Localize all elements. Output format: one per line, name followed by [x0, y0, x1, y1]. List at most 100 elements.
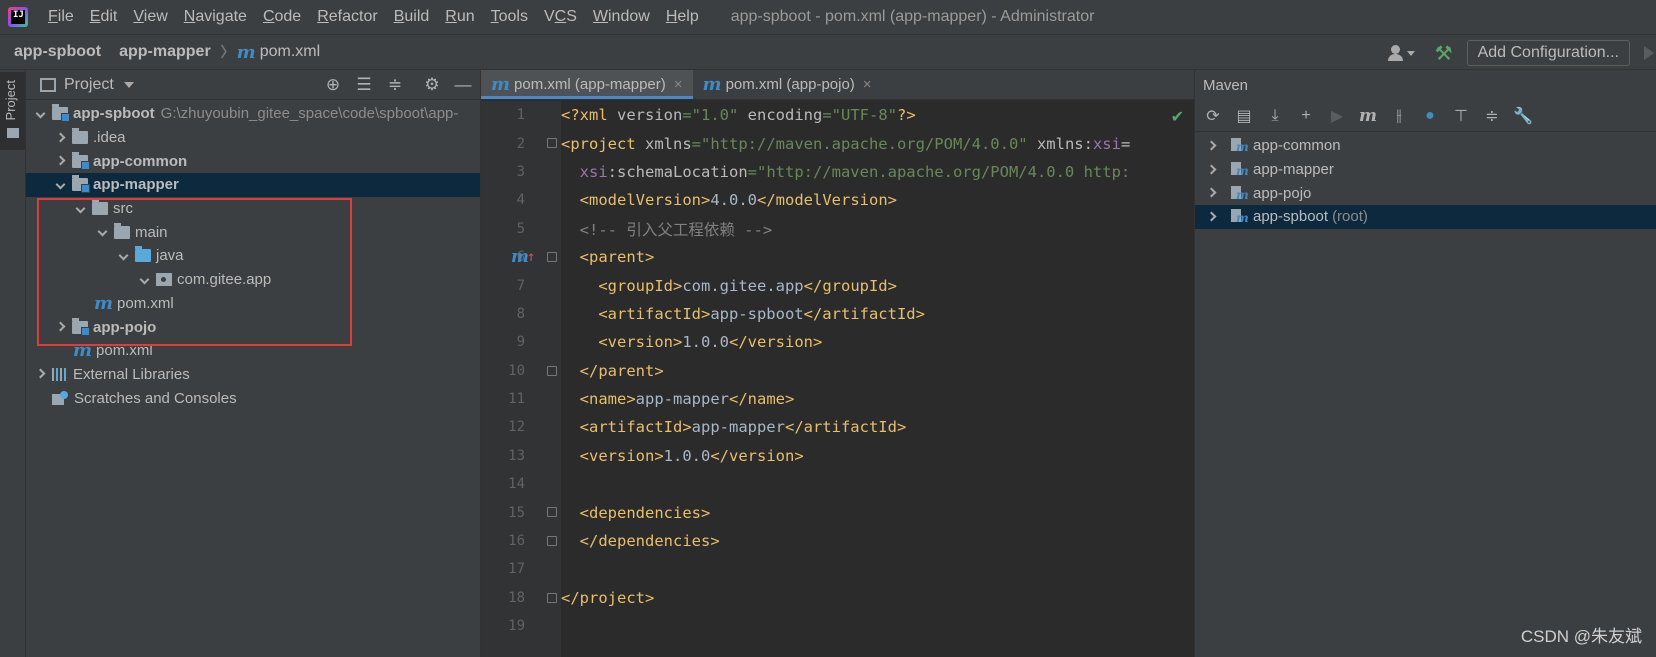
chevron-right-icon[interactable]: [54, 132, 66, 144]
menu-file[interactable]: File: [40, 8, 82, 26]
chevron-right-icon[interactable]: [1205, 187, 1217, 199]
chevron-right-icon[interactable]: [1205, 211, 1217, 223]
reload-icon[interactable]: ⟳: [1203, 106, 1223, 126]
menu-vcs[interactable]: VCS: [536, 8, 585, 26]
gear-icon[interactable]: ⚙: [423, 75, 441, 95]
project-panel-title[interactable]: Project: [64, 76, 114, 94]
breadcrumb-file[interactable]: m pom.xml: [235, 42, 321, 63]
maven-project-item[interactable]: app-spboot(root): [1195, 205, 1656, 229]
run-icon[interactable]: [1644, 46, 1654, 60]
download-icon[interactable]: ⤓: [1265, 107, 1285, 125]
tree-item-mapper-pom[interactable]: m pom.xml: [26, 292, 480, 316]
code-token: 1.0.0: [663, 446, 711, 465]
tree-item-app-spboot[interactable]: app-spboot G:\zhuyoubin_gitee_space\code…: [26, 102, 480, 126]
build-hammer-icon[interactable]: ⚒: [1435, 41, 1453, 66]
code-text: xsi:schemaLocation="http://maven.apache.…: [561, 163, 1131, 181]
project-tool-tab[interactable]: Project: [0, 72, 25, 150]
code-token: <groupId>: [598, 276, 683, 295]
execute-goal-icon[interactable]: m: [1358, 106, 1378, 126]
user-icon[interactable]: [1387, 43, 1415, 63]
tree-label: app-spboot: [73, 105, 155, 123]
add-icon[interactable]: +: [1296, 107, 1316, 125]
chevron-down-icon[interactable]: [138, 274, 150, 286]
editor-tab[interactable]: m pom.xml (app-mapper) ×: [481, 70, 693, 99]
menu-code[interactable]: Code: [255, 8, 309, 26]
tree-item-root-pom[interactable]: m pom.xml: [26, 339, 480, 363]
tree-item-idea[interactable]: .idea: [26, 126, 480, 150]
menu-window[interactable]: Window: [585, 8, 658, 26]
breadcrumb-project[interactable]: app-spboot: [0, 43, 101, 61]
tree-item-external-libraries[interactable]: External Libraries: [26, 363, 480, 387]
tree-item-scratches[interactable]: Scratches and Consoles: [26, 386, 480, 410]
code-token: xmlns:: [1027, 134, 1093, 153]
close-icon[interactable]: ×: [863, 76, 872, 93]
fold-marker-icon[interactable]: [547, 251, 557, 262]
breadcrumb-module[interactable]: app-mapper 〉: [101, 42, 235, 62]
editor-tab[interactable]: m pom.xml (app-pojo) ×: [693, 70, 882, 99]
expand-all-icon[interactable]: ☰: [355, 75, 373, 95]
code-token: </name>: [729, 390, 795, 409]
menu-build[interactable]: Build: [386, 8, 438, 26]
code-token: <artifactId>: [598, 304, 711, 323]
fold-marker-icon[interactable]: [547, 535, 557, 546]
maven-project-item[interactable]: app-common: [1195, 134, 1656, 158]
menu-help[interactable]: Help: [658, 8, 707, 26]
code-token: ="UTF-8": [822, 106, 897, 125]
fold-marker-icon[interactable]: [547, 592, 557, 603]
code-token: 1.0.0: [682, 333, 729, 352]
wrench-icon[interactable]: 🔧: [1513, 106, 1533, 126]
close-icon[interactable]: ×: [674, 76, 683, 93]
project-tool-label: Project: [3, 80, 18, 121]
code-area[interactable]: ✔ 1 <?xml version="1.0" encoding="UTF-8"?…: [481, 101, 1194, 657]
collapse-all-icon[interactable]: ≑: [1482, 106, 1502, 126]
chevron-right-icon[interactable]: [54, 321, 66, 333]
menu-refactor[interactable]: Refactor: [309, 8, 385, 26]
chevron-down-icon[interactable]: [54, 179, 66, 191]
line-number: 10: [508, 362, 525, 379]
collapse-all-icon[interactable]: ≑: [386, 75, 404, 95]
tree-item-src[interactable]: src: [26, 197, 480, 221]
tree-item-package[interactable]: com.gitee.app: [26, 268, 480, 292]
chevron-down-icon[interactable]: [123, 81, 134, 88]
module-folder-icon: [72, 175, 90, 194]
tree-item-app-mapper[interactable]: app-mapper: [26, 173, 480, 197]
chevron-right-icon[interactable]: [54, 155, 66, 167]
hide-panel-icon[interactable]: —: [454, 75, 472, 95]
code-token: <!-- 引入父工程依赖 -->: [579, 220, 773, 239]
maven-project-item[interactable]: app-pojo: [1195, 181, 1656, 205]
chevron-down-icon[interactable]: [74, 203, 86, 215]
tree-item-app-common[interactable]: app-common: [26, 149, 480, 173]
fold-marker-icon[interactable]: [547, 365, 557, 376]
code-line: 4 <modelVersion>4.0.0</modelVersion>: [481, 186, 1194, 214]
maven-module-icon: [1231, 162, 1249, 178]
chevron-down-icon[interactable]: [96, 226, 108, 238]
code-line: 9 <version>1.0.0</version>: [481, 328, 1194, 356]
folder-icon: [92, 199, 108, 216]
chevron-right-icon[interactable]: [1205, 140, 1217, 152]
chevron-down-icon[interactable]: [34, 108, 46, 120]
add-configuration-button[interactable]: Add Configuration...: [1466, 40, 1630, 66]
menu-run[interactable]: Run: [437, 8, 482, 26]
skip-tests-icon[interactable]: ●: [1420, 107, 1440, 125]
fold-marker-icon[interactable]: [547, 507, 557, 518]
tree-path-hint: G:\zhuyoubin_gitee_space\code\spboot\app…: [160, 105, 459, 123]
generate-sources-icon[interactable]: ▤: [1234, 106, 1254, 126]
tree-item-app-pojo[interactable]: app-pojo: [26, 315, 480, 339]
run-icon[interactable]: ▶: [1327, 106, 1347, 126]
code-text: <artifactId>app-mapper</artifactId>: [561, 418, 907, 436]
fold-marker-icon[interactable]: [547, 138, 557, 149]
tree-item-java[interactable]: java: [26, 244, 480, 268]
menu-tools[interactable]: Tools: [483, 8, 536, 26]
chevron-down-icon[interactable]: [117, 250, 129, 262]
chevron-right-icon[interactable]: [34, 368, 46, 380]
locate-file-icon[interactable]: ⊕: [324, 75, 342, 95]
toggle-offline-icon[interactable]: ⫲: [1389, 107, 1409, 125]
menu-edit[interactable]: Edit: [82, 8, 126, 26]
menu-view[interactable]: View: [125, 8, 175, 26]
menu-navigate[interactable]: Navigate: [176, 8, 255, 26]
code-text: <version>1.0.0</version>: [561, 447, 804, 465]
tree-item-main[interactable]: main: [26, 220, 480, 244]
show-dependencies-icon[interactable]: ⊤: [1451, 106, 1471, 126]
maven-project-item[interactable]: app-mapper: [1195, 158, 1656, 182]
chevron-right-icon[interactable]: [1205, 164, 1217, 176]
